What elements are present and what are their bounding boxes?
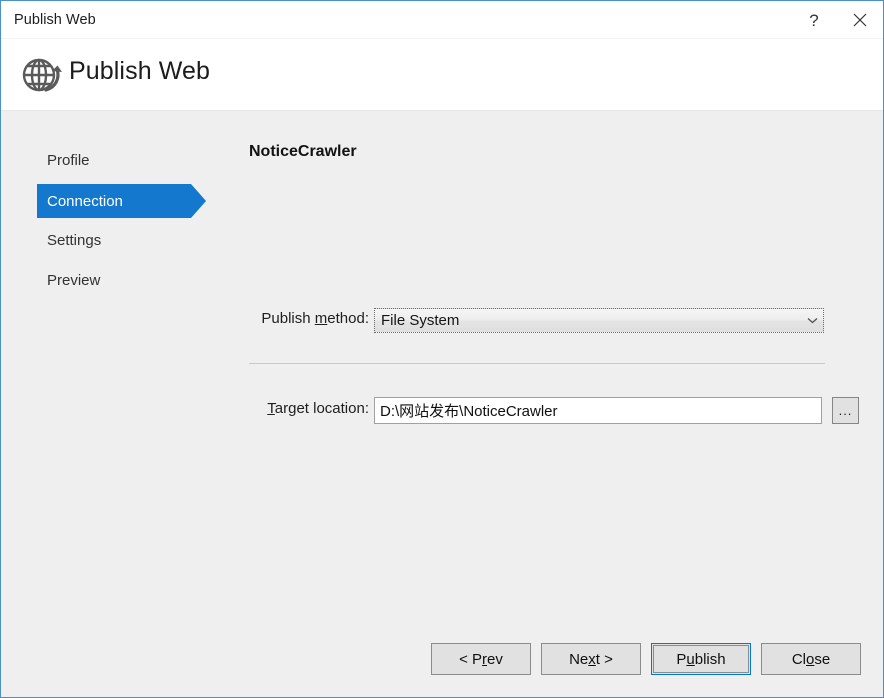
- window-title: Publish Web: [14, 12, 96, 28]
- publish-button-inner: Publish: [653, 645, 749, 673]
- section-separator: [249, 363, 825, 364]
- sidebar-item-label: Profile: [47, 152, 90, 169]
- title-bar: Publish Web ?: [1, 1, 883, 39]
- sidebar-item-label: Settings: [47, 232, 101, 249]
- help-button[interactable]: ?: [791, 1, 837, 39]
- window-controls: ?: [791, 1, 883, 39]
- publish-method-label: Publish method:: [261, 310, 369, 327]
- sidebar-item-connection[interactable]: Connection: [37, 184, 191, 218]
- chevron-down-icon: [801, 317, 823, 324]
- prev-button[interactable]: < Prev: [431, 643, 531, 675]
- dialog-header: Publish Web: [1, 39, 883, 111]
- close-dialog-button[interactable]: Close: [761, 643, 861, 675]
- publish-method-value: File System: [381, 312, 801, 329]
- publish-button[interactable]: Publish: [651, 643, 751, 675]
- ellipsis-icon: ...: [839, 403, 853, 418]
- close-button[interactable]: [837, 1, 883, 39]
- sidebar-item-preview[interactable]: Preview: [37, 263, 191, 297]
- close-icon: [853, 13, 867, 27]
- sidebar-item-settings[interactable]: Settings: [37, 223, 191, 257]
- next-button-label: Next >: [569, 651, 613, 668]
- publish-method-combobox[interactable]: File System: [374, 308, 824, 333]
- dialog-footer: < Prev Next > Publish Close: [1, 633, 883, 697]
- close-button-label: Close: [792, 651, 830, 668]
- sidebar-selection-arrow-icon: [191, 184, 206, 218]
- sidebar-item-label: Preview: [47, 272, 100, 289]
- sidebar-item-label: Connection: [47, 193, 123, 210]
- globe-publish-icon: [19, 52, 63, 96]
- target-location-label: Target location:: [267, 400, 369, 417]
- dialog-body: Profile Connection Settings Preview Noti…: [1, 111, 883, 697]
- publish-button-label: Publish: [676, 651, 725, 668]
- target-location-input[interactable]: [374, 397, 822, 424]
- publish-web-dialog: Publish Web ?: [0, 0, 884, 698]
- target-location-label-row: Target location:: [249, 400, 369, 417]
- next-button[interactable]: Next >: [541, 643, 641, 675]
- question-mark-icon: ?: [809, 12, 818, 29]
- publish-method-label-row: Publish method:: [249, 310, 369, 327]
- sidebar-item-profile[interactable]: Profile: [37, 143, 191, 177]
- profile-name-title: NoticeCrawler: [249, 143, 357, 161]
- browse-button[interactable]: ...: [832, 397, 859, 424]
- prev-button-label: < Prev: [459, 651, 503, 668]
- sidebar-nav: Profile Connection Settings Preview: [1, 111, 231, 697]
- header-title: Publish Web: [69, 57, 210, 86]
